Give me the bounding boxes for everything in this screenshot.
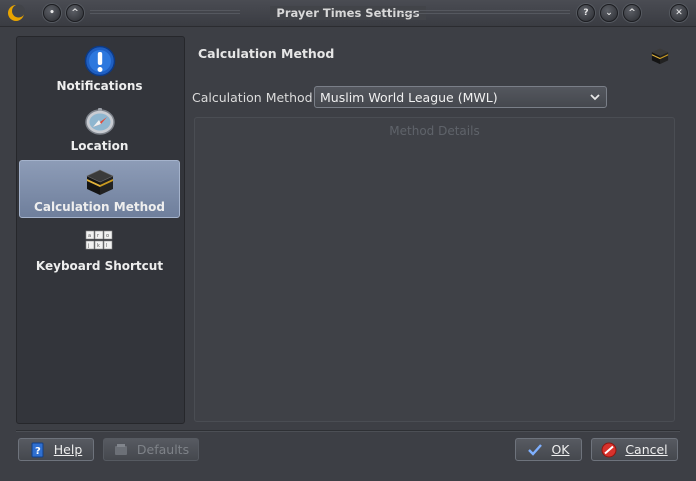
svg-text:o: o — [106, 233, 109, 239]
help-button[interactable]: ? Help — [18, 438, 94, 461]
kaaba-icon — [85, 169, 114, 195]
title-grip-left — [90, 10, 240, 16]
app-crescent-icon[interactable] — [7, 4, 25, 22]
maximize-icon[interactable]: ^ — [623, 4, 641, 22]
sidebar-item-keyboard-shortcut[interactable]: aro jkl Keyboard Shortcut — [19, 220, 180, 278]
sidebar-item-label: Location — [70, 139, 129, 153]
chevron-down-icon — [590, 94, 600, 101]
help-label: Help — [53, 442, 83, 457]
sidebar: Notifications Location Calculation Metho… — [16, 36, 185, 424]
sidebar-item-notifications[interactable]: Notifications — [19, 40, 180, 98]
page-title: Calculation Method — [198, 46, 335, 61]
calculation-method-select[interactable]: Muslim World League (MWL) — [314, 86, 607, 108]
method-details-group: Method Details — [194, 117, 675, 422]
svg-text:j: j — [87, 243, 89, 249]
defaults-icon — [114, 443, 127, 455]
ok-button[interactable]: OK — [515, 438, 582, 461]
cancel-button[interactable]: Cancel — [591, 438, 678, 461]
keyboard-icon: aro jkl — [85, 230, 112, 250]
method-details-title: Method Details — [389, 124, 480, 138]
notification-icon — [84, 45, 115, 77]
title-grip-right — [400, 10, 570, 16]
checkmark-icon — [528, 443, 543, 456]
keep-above-icon[interactable]: ^ — [66, 4, 84, 22]
cancel-label: Cancel — [625, 442, 668, 457]
compass-icon — [84, 108, 115, 135]
title-bar[interactable]: • ^ Prayer Times Settings ? ⌄ ^ ✕ — [0, 0, 696, 27]
help-icon[interactable]: ? — [577, 4, 595, 22]
svg-text:?: ? — [35, 446, 41, 457]
selected-method: Muslim World League (MWL) — [320, 89, 498, 105]
kaaba-header-icon — [651, 48, 669, 65]
calculation-method-label: Calculation Method: — [192, 90, 317, 105]
ok-label: OK — [551, 442, 570, 457]
cancel-icon — [601, 442, 617, 457]
help-book-icon: ? — [31, 442, 44, 457]
sidebar-item-label: Notifications — [56, 79, 143, 93]
defaults-button[interactable]: Defaults — [103, 438, 199, 461]
sidebar-item-label: Keyboard Shortcut — [35, 259, 164, 273]
svg-text:a: a — [88, 233, 91, 239]
sidebar-item-calculation-method[interactable]: Calculation Method — [19, 160, 180, 218]
footer-separator — [16, 430, 680, 432]
sidebar-item-location[interactable]: Location — [19, 100, 180, 158]
svg-text:k: k — [97, 243, 100, 249]
sidebar-item-label: Calculation Method — [34, 200, 165, 214]
defaults-label: Defaults — [136, 442, 190, 457]
minimize-icon[interactable]: ⌄ — [600, 4, 618, 22]
close-icon[interactable]: ✕ — [670, 4, 688, 22]
svg-text:l: l — [106, 243, 107, 249]
sticky-pin-icon[interactable]: • — [43, 4, 61, 22]
